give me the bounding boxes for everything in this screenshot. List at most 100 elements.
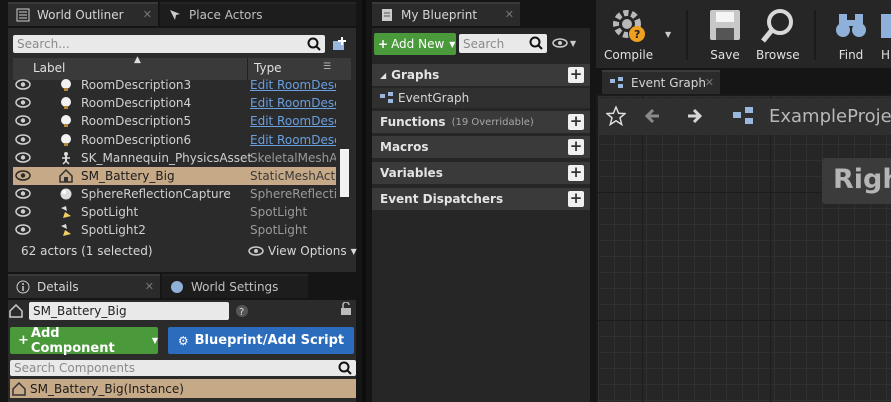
svg-text:?: ? xyxy=(634,28,640,41)
globe-icon xyxy=(171,281,183,293)
row-label: RoomDescription6 xyxy=(81,133,192,147)
create-folder-icon[interactable] xyxy=(332,36,348,52)
table-row[interactable]: SM_Battery_Big StaticMeshActor xyxy=(13,167,336,185)
section-functions[interactable]: Functions (19 Overridable) + xyxy=(372,111,590,133)
table-row[interactable]: SphereReflectionCapture SphereReflection xyxy=(13,185,336,203)
search-components-input[interactable]: Search Components xyxy=(10,360,356,376)
add-graph-button[interactable]: + xyxy=(568,67,584,83)
edit-blueprint-link[interactable]: Edit RoomDesc xyxy=(250,96,336,110)
column-type-header[interactable]: Type xyxy=(254,61,282,75)
graph-breadcrumb-label[interactable]: ExampleProjec xyxy=(769,106,891,127)
save-button[interactable]: Save xyxy=(708,8,742,62)
sphere-capture-icon xyxy=(60,188,72,200)
view-options-label: View Options xyxy=(268,244,347,258)
blueprint-search-input[interactable]: Search xyxy=(459,34,547,53)
compile-label: Compile xyxy=(604,48,654,62)
edit-blueprint-link[interactable]: Edit RoomDesc xyxy=(250,78,336,92)
section-variables[interactable]: Variables + xyxy=(372,162,590,184)
sort-arrow-icon: ▲ xyxy=(134,55,141,65)
graph-item-eventgraph[interactable]: EventGraph xyxy=(372,88,590,108)
add-function-button[interactable]: + xyxy=(568,114,584,130)
section-macros-label: Macros xyxy=(380,140,429,154)
collapse-arrow-icon: ◢ xyxy=(380,70,387,80)
add-component-button[interactable]: + Add Component ▼ xyxy=(10,326,158,356)
tab-place-actors[interactable]: Place Actors xyxy=(160,2,356,26)
column-label-header[interactable]: Label xyxy=(33,61,65,75)
table-row[interactable]: RoomDescription5 Edit RoomDesc xyxy=(13,112,336,130)
compile-options-chevron-icon[interactable]: ▼ xyxy=(665,30,671,39)
table-row[interactable]: SK_Mannequin_PhysicsAssetSkeletalMeshAct xyxy=(13,149,336,167)
static-mesh-icon xyxy=(12,381,26,396)
graph-canvas[interactable] xyxy=(598,96,891,402)
outliner-icon xyxy=(16,8,30,22)
lightbulb-icon xyxy=(61,115,71,127)
add-variable-button[interactable]: + xyxy=(568,165,584,181)
visibility-eye-icon[interactable] xyxy=(15,79,31,90)
section-functions-label: Functions xyxy=(380,115,446,129)
row-label: RoomDescription4 xyxy=(81,96,192,110)
back-arrow-icon[interactable] xyxy=(643,106,663,126)
table-row[interactable]: SpotLight2 SpotLight xyxy=(13,221,336,239)
section-macros[interactable]: Macros + xyxy=(372,136,590,158)
add-new-button[interactable]: + Add New ▼ xyxy=(374,33,456,55)
section-graphs[interactable]: ◢ Graphs + xyxy=(372,64,590,86)
add-new-label: Add New xyxy=(391,37,445,51)
spotlight-icon xyxy=(61,224,71,236)
table-row[interactable]: RoomDescription6 Edit RoomDesc xyxy=(13,131,336,149)
find-button[interactable]: Find xyxy=(834,8,868,62)
section-event-dispatchers[interactable]: Event Dispatchers + xyxy=(372,188,590,210)
visibility-eye-icon[interactable] xyxy=(15,134,31,145)
blueprint-view-options[interactable]: ▼ xyxy=(552,38,576,48)
table-row[interactable]: SpotLight SpotLight xyxy=(13,203,336,221)
section-event-dispatchers-label: Event Dispatchers xyxy=(380,192,504,206)
save-icon xyxy=(710,10,740,40)
visibility-eye-icon[interactable] xyxy=(15,152,31,163)
visibility-eye-icon[interactable] xyxy=(15,97,31,108)
lock-icon[interactable] xyxy=(340,302,352,316)
close-icon[interactable]: ✕ xyxy=(705,76,714,89)
tab-event-graph[interactable]: Event Graph ✕ xyxy=(602,70,720,94)
lightbulb-icon xyxy=(61,134,71,146)
toolbar-divider xyxy=(686,10,688,60)
column-options-icon[interactable]: ☰ xyxy=(323,62,331,72)
row-label: RoomDescription3 xyxy=(81,78,192,92)
details-icon xyxy=(16,280,30,294)
outliner-search-input[interactable]: Search... xyxy=(13,35,325,53)
hide-unrelated-icon xyxy=(881,14,891,38)
blueprint-add-script-label: Blueprint/Add Script xyxy=(194,333,345,348)
visibility-eye-icon[interactable] xyxy=(15,224,31,235)
compile-button[interactable]: ? Compile xyxy=(604,8,653,62)
tab-world-settings[interactable]: World Settings xyxy=(162,274,308,298)
close-icon[interactable]: ✕ xyxy=(143,8,152,21)
visibility-eye-icon[interactable] xyxy=(15,188,31,199)
visibility-eye-icon[interactable] xyxy=(15,206,31,217)
visibility-eye-icon[interactable] xyxy=(15,170,31,181)
table-row[interactable]: RoomDescription3 Edit RoomDesc xyxy=(13,76,336,94)
row-label: SK_Mannequin_PhysicsAsset xyxy=(81,151,253,165)
edit-blueprint-link[interactable]: Edit RoomDesc xyxy=(250,114,336,128)
component-tree-item-instance[interactable]: SM_Battery_Big(Instance) xyxy=(10,379,356,398)
close-icon[interactable]: ✕ xyxy=(505,8,514,21)
hide-unrelated-button[interactable]: H xyxy=(880,8,891,62)
tab-my-blueprint[interactable]: My Blueprint ✕ xyxy=(372,2,520,26)
visibility-eye-icon[interactable] xyxy=(15,115,31,126)
close-icon[interactable]: ✕ xyxy=(145,280,154,293)
add-event-dispatcher-button[interactable]: + xyxy=(568,191,584,207)
table-row[interactable]: RoomDescription4 Edit RoomDesc xyxy=(13,94,336,112)
actor-name-field[interactable]: SM_Battery_Big xyxy=(29,302,229,320)
tab-details[interactable]: Details ✕ xyxy=(8,274,160,298)
help-icon[interactable]: ? xyxy=(235,304,249,318)
chevron-down-icon: ▼ xyxy=(449,39,456,49)
outliner-scrollbar-thumb[interactable] xyxy=(340,149,349,197)
binoculars-icon xyxy=(836,14,866,37)
view-options-button[interactable]: View Options ▼ xyxy=(248,244,357,258)
tab-world-outliner[interactable]: World Outliner ✕ xyxy=(8,2,158,26)
chevron-down-icon: ▼ xyxy=(151,336,158,345)
tab-details-label: Details xyxy=(37,280,79,294)
edit-blueprint-link[interactable]: Edit RoomDesc xyxy=(250,133,336,147)
add-macro-button[interactable]: + xyxy=(568,139,584,155)
browse-button[interactable]: Browse xyxy=(756,8,800,62)
forward-arrow-icon[interactable] xyxy=(684,106,704,126)
favorite-star-icon[interactable] xyxy=(606,106,626,126)
blueprint-add-script-button[interactable]: ⚙ Blueprint/Add Script xyxy=(168,327,354,354)
